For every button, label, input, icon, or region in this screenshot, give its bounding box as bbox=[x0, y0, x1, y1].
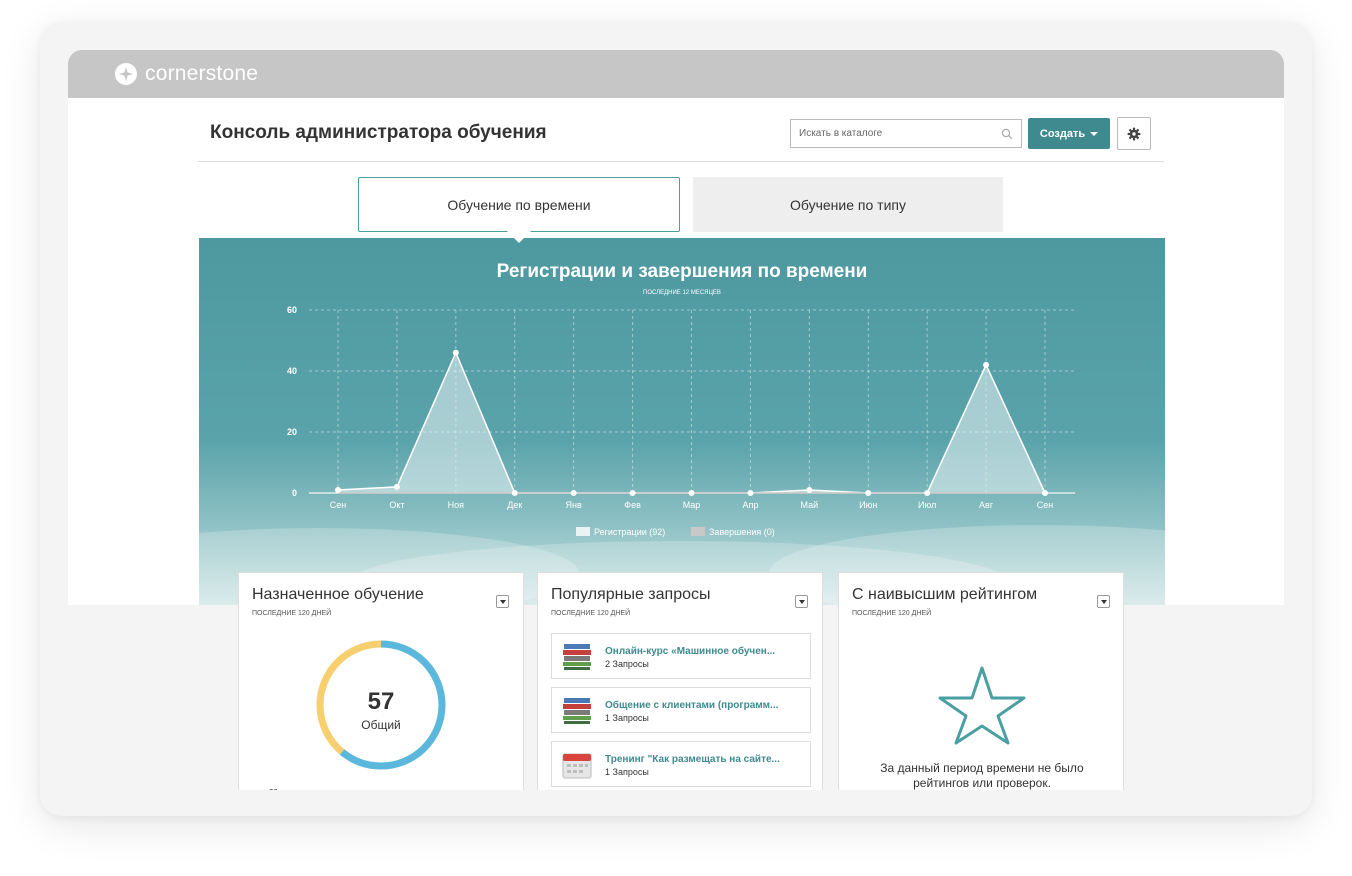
search-input[interactable] bbox=[799, 128, 1001, 139]
widget-title: С наивысшим рейтингом bbox=[852, 586, 1038, 603]
widget-menu-button[interactable] bbox=[795, 595, 808, 608]
x-tick-label: Дек bbox=[507, 500, 522, 510]
star-icon bbox=[938, 666, 1026, 745]
x-tick-label: Апр bbox=[742, 500, 758, 510]
widget-menu-button[interactable] bbox=[1097, 595, 1110, 608]
no-ratings-message: За данный период времени не было рейтинг… bbox=[859, 761, 1105, 790]
search-icon[interactable] bbox=[1001, 128, 1013, 140]
books-icon bbox=[563, 644, 591, 670]
legend-swatch-registrations bbox=[576, 527, 590, 536]
y-tick-label: 20 bbox=[287, 427, 297, 437]
data-point[interactable] bbox=[688, 490, 695, 496]
total-assigned-count: 57 bbox=[367, 688, 395, 715]
chart-legend: Регистрации (92) Завершения (0) bbox=[576, 527, 775, 537]
data-point[interactable] bbox=[747, 490, 754, 496]
x-tick-label: Май bbox=[801, 500, 819, 510]
donut-legend-value: 22 bbox=[269, 788, 278, 790]
request-item[interactable]: Онлайн-курс «Машинное обучен... 2 Запрос… bbox=[551, 633, 811, 679]
data-point[interactable] bbox=[865, 490, 872, 496]
tab-label: Обучение по времени bbox=[447, 196, 591, 213]
y-tick-label: 0 bbox=[292, 488, 297, 498]
header-divider bbox=[198, 161, 1164, 162]
chevron-down-icon bbox=[798, 599, 805, 604]
active-tab-pointer bbox=[506, 230, 532, 243]
total-assigned-label: Общий bbox=[361, 718, 401, 732]
catalog-search[interactable] bbox=[790, 119, 1022, 148]
request-title[interactable]: Онлайн-курс «Машинное обучен... bbox=[605, 646, 805, 657]
x-tick-label: Ноя bbox=[448, 500, 465, 510]
chart-panel: 0 20 40 60 Сен Окт Ноя Дек Янв Фев Мар Апр Май Июн Ию… bbox=[199, 238, 1165, 606]
request-title[interactable]: Тренинг "Как размещать на сайте... bbox=[605, 754, 805, 765]
cornerstone-logo-icon bbox=[115, 63, 137, 85]
no-ratings-line-2: рейтингов или проверок. bbox=[913, 776, 1051, 790]
create-button[interactable]: Создать bbox=[1028, 118, 1110, 149]
widget-subtitle: ПОСЛЕДНИЕ 120 ДНЕЙ bbox=[852, 610, 932, 617]
caret-down-icon bbox=[1090, 131, 1099, 136]
x-tick-label: Сен bbox=[1037, 500, 1054, 510]
chevron-down-icon bbox=[499, 599, 506, 604]
x-tick-label: Окт bbox=[389, 500, 404, 510]
data-point[interactable] bbox=[570, 490, 577, 496]
popular-requests-widget: Популярные запросы ПОСЛЕДНИЕ 120 ДНЕЙ Он… bbox=[537, 572, 823, 790]
tab-label: Обучение по типу bbox=[790, 196, 906, 213]
chart-title: Регистрации и завершения по времени bbox=[497, 261, 868, 282]
page-title: Консоль администратора обучения bbox=[210, 122, 547, 143]
x-tick-label: Сен bbox=[330, 500, 347, 510]
x-tick-label: Янв bbox=[566, 500, 582, 510]
no-ratings-line-1: За данный период времени не было bbox=[880, 761, 1084, 775]
widget-title: Популярные запросы bbox=[551, 586, 711, 603]
data-point[interactable] bbox=[806, 486, 813, 493]
settings-button[interactable] bbox=[1117, 117, 1151, 150]
data-point[interactable] bbox=[629, 490, 636, 496]
tab-learning-by-type[interactable]: Обучение по типу bbox=[693, 177, 1003, 232]
widget-menu-button[interactable] bbox=[496, 595, 509, 608]
create-button-label: Создать bbox=[1039, 127, 1086, 140]
x-tick-label: Авг bbox=[979, 500, 994, 510]
widget-title: Назначенное обучение bbox=[252, 586, 424, 603]
legend-swatch-completions bbox=[691, 527, 705, 536]
app-window: cornerstone Консоль администратора обуче… bbox=[68, 50, 1284, 790]
data-point[interactable] bbox=[393, 483, 400, 490]
series-area-0 bbox=[338, 352, 1045, 493]
chevron-down-icon bbox=[1100, 599, 1107, 604]
brand-name: cornerstone bbox=[145, 62, 259, 85]
data-point[interactable] bbox=[1042, 490, 1048, 496]
request-item[interactable]: Тренинг "Как размещать на сайте... 1 Зап… bbox=[551, 741, 811, 787]
top-rated-widget: С наивысшим рейтингом ПОСЛЕДНИЕ 120 ДНЕЙ… bbox=[838, 572, 1124, 790]
widget-subtitle: ПОСЛЕДНИЕ 120 ДНЕЙ bbox=[252, 610, 332, 617]
brand-bar: cornerstone bbox=[68, 50, 1284, 98]
data-point[interactable] bbox=[335, 486, 341, 493]
books-icon bbox=[563, 698, 591, 724]
tab-learning-by-time[interactable]: Обучение по времени bbox=[358, 177, 680, 232]
chart-subtitle: ПОСЛЕДНИЕ 12 МЕСЯЦЕВ bbox=[643, 290, 721, 296]
y-tick-label: 40 bbox=[287, 366, 297, 376]
widget-subtitle: ПОСЛЕДНИЕ 120 ДНЕЙ bbox=[551, 610, 631, 617]
request-title[interactable]: Общение с клиентами (программ... bbox=[605, 700, 805, 711]
request-count: 1 Запросы bbox=[605, 767, 649, 777]
data-point[interactable] bbox=[511, 490, 518, 496]
registrations-completions-chart: 0 20 40 60 Сен Окт Ноя Дек Янв Фев Мар Апр Май Июн Ию… bbox=[199, 261, 1165, 606]
gear-icon bbox=[1127, 127, 1141, 140]
calendar-icon bbox=[562, 753, 592, 779]
y-tick-label: 60 bbox=[287, 305, 297, 315]
x-tick-label: Мар bbox=[683, 500, 701, 510]
data-point[interactable] bbox=[983, 361, 990, 368]
legend-label-registrations: Регистрации (92) bbox=[594, 527, 665, 537]
request-count: 2 Запросы bbox=[605, 659, 649, 669]
request-item[interactable]: Общение с клиентами (программ... 1 Запро… bbox=[551, 687, 811, 733]
assigned-learning-widget: Назначенное обучение ПОСЛЕДНИЕ 120 ДНЕЙ … bbox=[238, 572, 524, 790]
data-point[interactable] bbox=[452, 349, 459, 356]
x-tick-label: Июл bbox=[918, 500, 936, 510]
data-point[interactable] bbox=[924, 490, 931, 496]
x-tick-label: Фев bbox=[624, 500, 641, 510]
legend-label-completions: Завершения (0) bbox=[709, 527, 775, 537]
request-count: 1 Запросы bbox=[605, 713, 649, 723]
x-tick-label: Июн bbox=[859, 500, 877, 510]
